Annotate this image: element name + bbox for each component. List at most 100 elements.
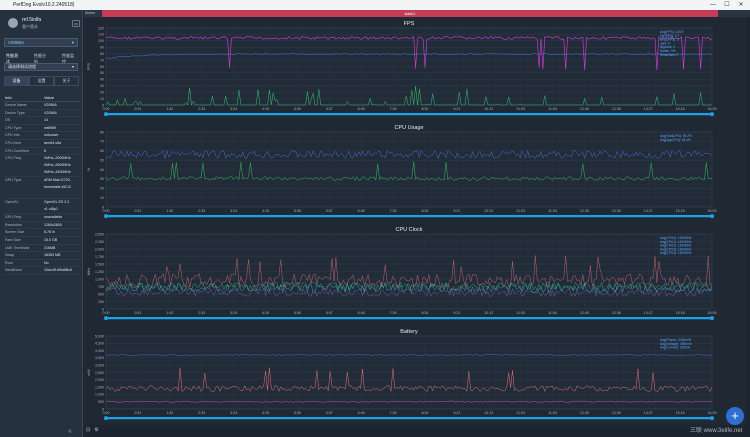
y-tick-label: 60 xyxy=(100,149,104,153)
collapse-sidebar-icon[interactable]: « xyxy=(68,428,72,435)
info-value: 8 xyxy=(44,148,46,153)
info-header-value: Value xyxy=(44,95,54,100)
info-row: GPU Freq unavailable xyxy=(4,214,80,222)
x-tick-label: 5:57 xyxy=(326,411,333,415)
chart-title: CPU Usage xyxy=(394,125,423,131)
info-value: V2056A xyxy=(44,110,57,115)
y-tick-label: 1,250 xyxy=(95,270,104,274)
x-tick-label: 6:48 xyxy=(358,209,365,213)
user-name: ref.5iolfa xyxy=(22,17,42,23)
x-tick-label: 5:57 xyxy=(326,311,333,315)
info-key: Root xyxy=(5,260,13,265)
y-tick-label: 4,500 xyxy=(95,342,104,346)
x-tick-label: 0:51 xyxy=(134,209,141,213)
x-tick-label: 2:33 xyxy=(198,311,205,315)
settings-icon[interactable]: ⚙ xyxy=(94,427,98,433)
x-tick-label: 7:39 xyxy=(390,107,397,111)
y-tick-label: 10 xyxy=(100,196,104,200)
info-value: 15.0 GB xyxy=(44,237,58,242)
legend-entry: Avg(Current): 530mA xyxy=(660,346,691,350)
tab-device[interactable]: 设备 xyxy=(4,76,29,86)
y-tick-label: 2,000 xyxy=(95,378,104,382)
chart-title: FPS xyxy=(404,21,415,27)
x-tick-label: 15:18 xyxy=(676,311,685,315)
y-tick-label: 1,500 xyxy=(95,262,104,266)
y-tick-label: 30 xyxy=(100,177,104,181)
info-row: LMK Threshold 216MB xyxy=(4,245,80,253)
y-tick-label: 1,000 xyxy=(95,277,104,281)
info-row: GPU Type ARM Mali-G720-Immortalis MC12 xyxy=(4,177,80,200)
x-tick-label: 11:54 xyxy=(548,209,557,213)
info-row: Swap 16383 MB xyxy=(4,252,80,260)
y-tick-label: 20 xyxy=(100,90,104,94)
avatar[interactable] xyxy=(8,18,18,28)
x-tick-label: 0:00 xyxy=(103,411,110,415)
tab-settings[interactable]: 设置 xyxy=(29,76,54,86)
y-axis-label: mW xyxy=(87,369,91,376)
add-chart-button[interactable]: + xyxy=(726,407,744,425)
slider-handle-right xyxy=(710,416,714,421)
x-tick-label: 9:21 xyxy=(453,311,460,315)
info-row: OS 14 xyxy=(4,117,80,125)
title-bar: PerfDog Evolv10.2.240518) — ☐ ✕ xyxy=(0,0,750,10)
scene-tips-button[interactable]: Scene Tips xyxy=(84,10,102,22)
info-key: Swap xyxy=(5,253,14,258)
info-value: 0MHz–2000MHz 0MHz–2600MHz 0MHz–3400MHz xyxy=(44,156,71,175)
y-tick-label: 1,500 xyxy=(95,385,104,389)
x-tick-label: 13:36 xyxy=(612,107,621,111)
x-tick-label: 15:18 xyxy=(676,107,685,111)
y-tick-label: 4,000 xyxy=(95,349,104,353)
x-tick-label: 8:30 xyxy=(421,209,428,213)
info-key: CPU Info xyxy=(5,133,20,138)
y-tick-label: 500 xyxy=(98,400,104,404)
info-header: Info Value xyxy=(4,94,80,102)
x-tick-label: 14:27 xyxy=(644,411,653,415)
info-row: Resolution 1260x2800 xyxy=(4,222,80,230)
info-value: 16383 MB xyxy=(44,253,61,258)
screenshot-icon[interactable]: ⊡ xyxy=(86,427,90,433)
y-tick-label: 50 xyxy=(100,71,104,75)
y-tick-label: 3,500 xyxy=(95,356,104,360)
legend-entry: Avg(AppCPU): 28.4% xyxy=(660,138,691,142)
slider-handle-left xyxy=(104,214,108,219)
maximize-button[interactable]: ☐ xyxy=(720,0,734,10)
tab-about[interactable]: 关于 xyxy=(54,76,79,86)
close-button[interactable]: ✕ xyxy=(734,0,748,10)
device-select[interactable]: V2056A ▾ xyxy=(4,38,78,47)
x-tick-label: 12:45 xyxy=(580,411,589,415)
chart-title: CPU Clock xyxy=(396,227,423,233)
x-tick-label: 7:39 xyxy=(390,209,397,213)
x-tick-label: 0:51 xyxy=(134,311,141,315)
info-key: Ram Size xyxy=(5,237,21,242)
x-tick-label: 9:21 xyxy=(453,107,460,111)
x-tick-label: 0:00 xyxy=(103,209,110,213)
x-tick-label: 5:57 xyxy=(326,209,333,213)
x-tick-label: 9:21 xyxy=(453,209,460,213)
x-tick-label: 13:36 xyxy=(612,411,621,415)
x-tick-label: 14:27 xyxy=(644,311,653,315)
window-title: PerfDog Evolv10.2.240518) xyxy=(13,2,75,8)
app-select[interactable]: 请选择测试进程 ▾ xyxy=(4,63,78,71)
x-tick-label: 5:06 xyxy=(294,209,301,213)
y-tick-label: 70 xyxy=(100,140,104,144)
info-key: Screen Size xyxy=(5,230,25,235)
x-tick-label: 1:42 xyxy=(166,209,173,213)
x-tick-label: 7:39 xyxy=(390,311,397,315)
x-tick-label: 1:42 xyxy=(166,311,173,315)
info-value: ARM Mali-G720-Immortalis MC12 xyxy=(44,178,72,190)
info-key: SerialNum xyxy=(5,268,22,273)
y-tick-label: 2,500 xyxy=(95,232,104,236)
sidebar-toggle-button[interactable]: ▭ xyxy=(72,20,80,27)
x-tick-label: 11:03 xyxy=(516,411,525,415)
info-row: SerialNum 10dc4f1bf9d6Bc6 xyxy=(4,267,80,275)
chevron-down-icon: ▾ xyxy=(71,40,74,45)
y-tick-label: 2,250 xyxy=(95,240,104,244)
y-tick-label: 1,750 xyxy=(95,255,104,259)
x-tick-label: 16:09 xyxy=(708,311,717,315)
y-tick-label: 20 xyxy=(100,187,104,191)
minimize-button[interactable]: — xyxy=(706,0,720,10)
label-bar[interactable]: label1 xyxy=(102,10,718,17)
time-range-slider xyxy=(106,215,712,218)
x-tick-label: 3:24 xyxy=(230,411,237,415)
info-value: 6.78 in xyxy=(44,230,55,235)
